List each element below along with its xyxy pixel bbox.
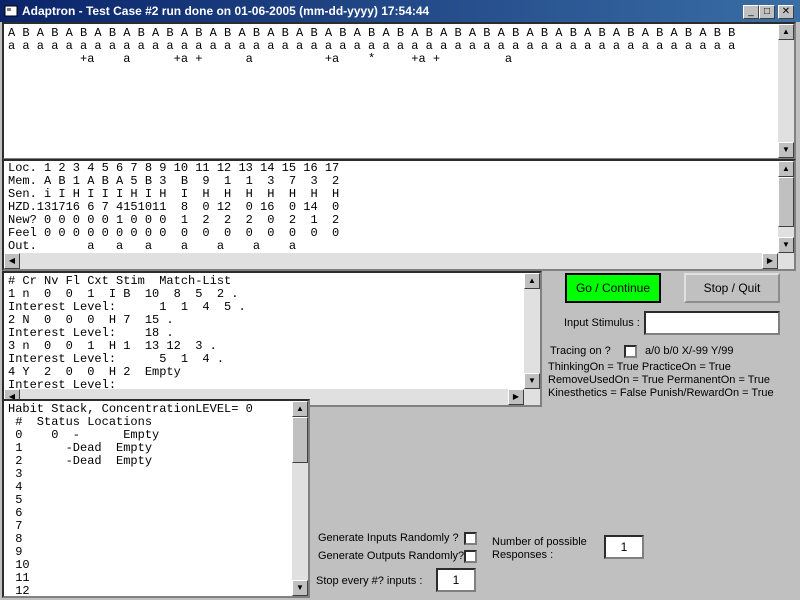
scroll-down-arrow-icon[interactable]: ▼ (524, 373, 540, 389)
generate-inputs-checkbox[interactable] (464, 532, 477, 545)
habit-stack-line: 2 -Dead Empty (8, 454, 153, 468)
app-icon (4, 5, 18, 17)
num-responses-label-1: Number of possible (492, 536, 587, 548)
habit-stack-line: 4 (8, 480, 23, 494)
scroll-up-arrow-icon[interactable]: ▲ (778, 161, 794, 177)
habit-stack-line: 8 (8, 532, 23, 546)
habit-stack-line: 9 (8, 545, 23, 559)
tracing-hint: a/0 b/0 X/-99 Y/99 (645, 345, 734, 357)
scroll-down-arrow-icon[interactable]: ▼ (778, 142, 794, 158)
habit-stack-line: 11 (8, 571, 30, 585)
generate-inputs-label: Generate Inputs Randomly ? (318, 532, 459, 544)
scroll-left-arrow-icon[interactable]: ◀ (4, 253, 20, 269)
scroll-down-arrow-icon[interactable]: ▼ (778, 237, 794, 253)
go-continue-button[interactable]: Go / Continue (565, 273, 661, 303)
input-stimulus-label: Input Stimulus : (564, 317, 640, 329)
scroll-up-arrow-icon[interactable]: ▲ (778, 24, 794, 40)
title-bar[interactable]: Adaptron - Test Case #2 run done on 01-0… (0, 0, 800, 22)
sequence-line: +a a +a + a +a * +a + a (8, 52, 513, 66)
habit-stack-text: Habit Stack, ConcentrationLEVEL= 0 # Sta… (8, 403, 253, 598)
habit-vscroll[interactable]: ▲ ▼ (292, 401, 308, 596)
habit-stack-line: 12 (8, 584, 30, 598)
scroll-up-arrow-icon[interactable]: ▲ (292, 401, 308, 417)
maximize-button[interactable]: □ (759, 5, 775, 19)
habit-stack-line: 6 (8, 506, 23, 520)
match-vscroll[interactable]: ▲ ▼ (524, 273, 540, 389)
memory-text: Loc. 1 2 3 4 5 6 7 8 9 10 11 12 13 14 15… (8, 162, 339, 253)
scroll-right-arrow-icon[interactable]: ▶ (762, 253, 778, 269)
scroll-right-arrow-icon[interactable]: ▶ (508, 389, 524, 405)
window-title: Adaptron - Test Case #2 run done on 01-0… (22, 4, 430, 18)
sequence-pane[interactable]: A B A B A B A B A B A B A B A B A B A B … (2, 22, 796, 160)
scroll-down-arrow-icon[interactable]: ▼ (292, 580, 308, 596)
memory-hscroll[interactable]: ◀ ▶ (4, 253, 794, 269)
generate-outputs-label: Generate Outputs Randomly? (318, 550, 465, 562)
habit-stack-line: 5 (8, 493, 23, 507)
stop-every-label: Stop every #? inputs : (316, 575, 423, 587)
memory-vscroll[interactable]: ▲ ▼ (778, 161, 794, 253)
habit-stack-line: 10 (8, 558, 30, 572)
tracing-label: Tracing on ? (550, 345, 611, 357)
sequence-vscroll[interactable]: ▲ ▼ (778, 24, 794, 158)
scroll-up-arrow-icon[interactable]: ▲ (524, 273, 540, 289)
num-responses-label-2: Responses : (492, 549, 554, 561)
scroll-thumb[interactable] (292, 417, 308, 463)
memory-line: Out. a a a a a a a (8, 239, 297, 253)
sequence-text: A B A B A B A B A B A B A B A B A B A B … (8, 27, 735, 66)
match-list-text: # Cr Nv Fl Cxt Stim Match-List 1 n 0 0 1 … (8, 275, 246, 392)
status-line-3: Kinesthetics = False Punish/RewardOn = T… (548, 387, 774, 399)
tracing-checkbox[interactable] (624, 345, 637, 358)
habit-stack-pane[interactable]: Habit Stack, ConcentrationLEVEL= 0 # Sta… (2, 399, 310, 598)
close-button[interactable]: ✕ (778, 5, 794, 19)
minimize-button[interactable]: _ (743, 5, 759, 19)
input-stimulus-field[interactable] (644, 311, 780, 335)
match-list-pane[interactable]: # Cr Nv Fl Cxt Stim Match-List 1 n 0 0 1 … (2, 271, 542, 407)
status-line-1: ThinkingOn = True PracticeOn = True (548, 361, 731, 373)
num-responses-field[interactable] (604, 535, 644, 559)
stop-every-field[interactable] (436, 568, 476, 592)
generate-outputs-checkbox[interactable] (464, 550, 477, 563)
habit-stack-line: 3 (8, 467, 23, 481)
scroll-thumb[interactable] (778, 177, 794, 227)
stop-quit-button[interactable]: Stop / Quit (684, 273, 780, 303)
habit-stack-line: 7 (8, 519, 23, 533)
status-line-2: RemoveUsedOn = True PermanentOn = True (548, 374, 770, 386)
memory-pane[interactable]: Loc. 1 2 3 4 5 6 7 8 9 10 11 12 13 14 15… (2, 159, 796, 271)
